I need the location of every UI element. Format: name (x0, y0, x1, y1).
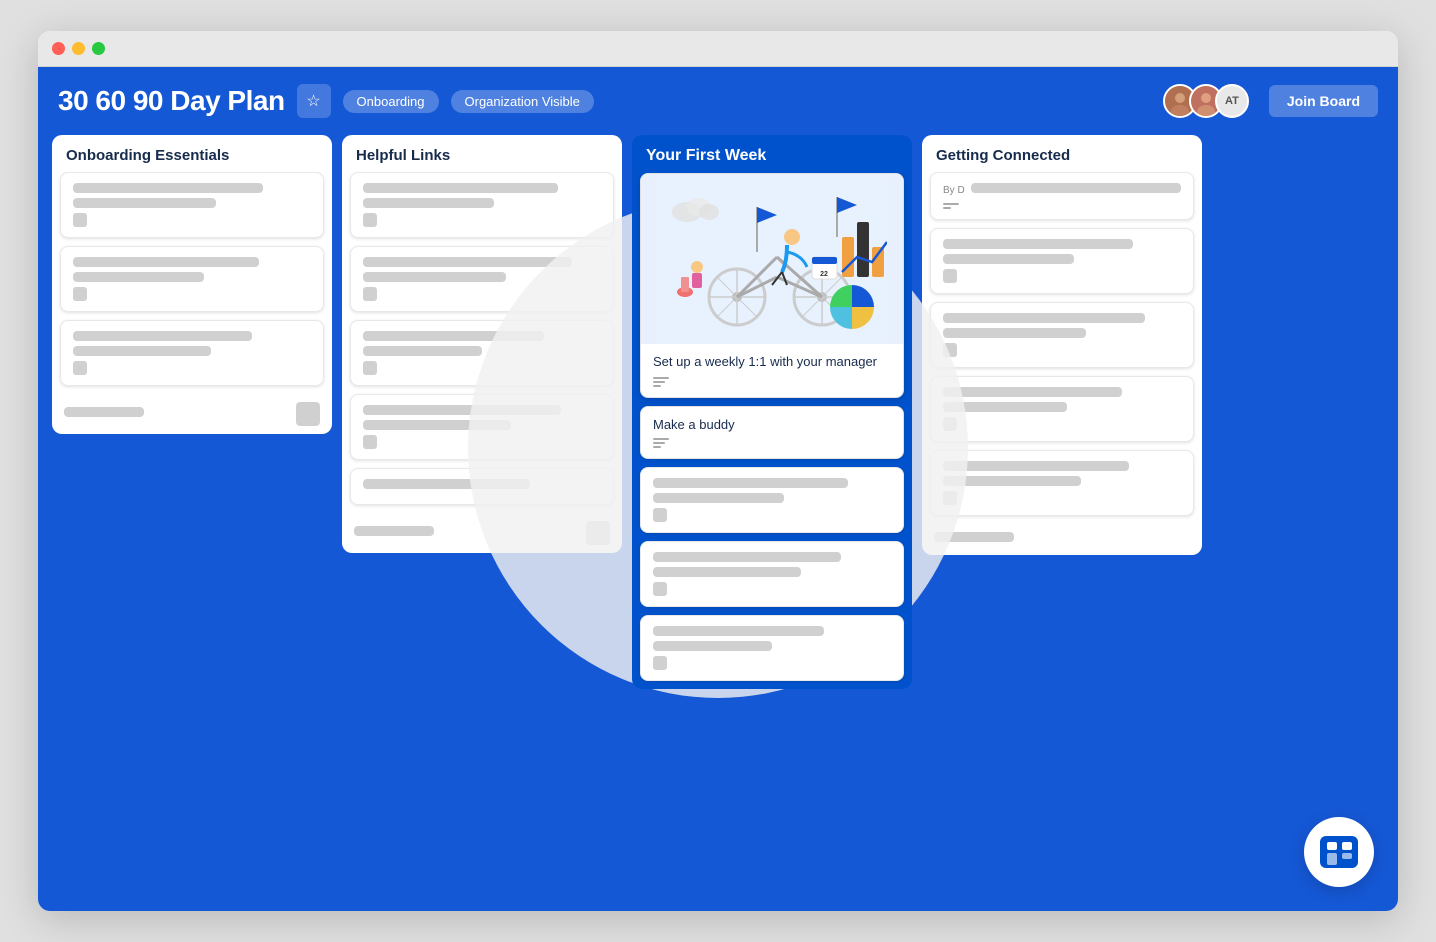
svg-text:22: 22 (820, 271, 828, 278)
card-icon (653, 582, 667, 596)
star-icon: ☆ (306, 91, 320, 111)
card-hl-1[interactable] (350, 172, 614, 238)
list-content-first-week: 22 Set up a weekly 1:1 with your manager (632, 173, 912, 689)
star-button[interactable]: ☆ (297, 84, 331, 118)
traffic-light-maximize[interactable] (92, 42, 105, 55)
card-description: Set up a weekly 1:1 with your manager (653, 354, 891, 369)
card-icon (363, 361, 377, 375)
trello-icon (1320, 836, 1358, 868)
list-header-connected: Getting Connected (922, 135, 1202, 172)
trello-col-right (1342, 842, 1352, 859)
card-gc-3[interactable] (930, 302, 1194, 368)
card-featured[interactable]: 22 Set up a weekly 1:1 with your manager (640, 173, 904, 398)
list-helpful-links: Helpful Links (342, 135, 622, 553)
card-icon (653, 508, 667, 522)
list-header-helpful: Helpful Links (342, 135, 622, 172)
card-fw-extra-1[interactable] (640, 467, 904, 533)
list-getting-connected: Getting Connected By D (922, 135, 1202, 555)
card-icon (943, 343, 957, 357)
trello-bar-tr (1342, 842, 1352, 850)
card-icon (943, 417, 957, 431)
card-hl-4[interactable] (350, 394, 614, 460)
card-icon (943, 491, 957, 505)
card-body: Set up a weekly 1:1 with your manager (641, 344, 903, 397)
card-oe-2[interactable] (60, 246, 324, 312)
card-fw-extra-2[interactable] (640, 541, 904, 607)
card-icon (73, 287, 87, 301)
trello-col-left (1327, 842, 1337, 865)
card-icon (363, 287, 377, 301)
list-content-onboarding (52, 172, 332, 434)
card-image: 22 (641, 174, 903, 344)
card-hl-5[interactable] (350, 468, 614, 505)
list-header-first-week: Your First Week (632, 135, 912, 173)
card-icon (363, 213, 377, 227)
traffic-light-minimize[interactable] (72, 42, 85, 55)
trello-bar-bl (1327, 853, 1337, 865)
tag-onboarding[interactable]: Onboarding (343, 90, 439, 113)
card-oe-3[interactable] (60, 320, 324, 386)
list-your-first-week: Your First Week (632, 135, 912, 689)
trello-bar-tl (1327, 842, 1337, 850)
board-header: 30 60 90 Day Plan ☆ Onboarding Organizat… (38, 67, 1398, 135)
board-title: 30 60 90 Day Plan (58, 85, 285, 117)
card-oe-1[interactable] (60, 172, 324, 238)
trello-badge[interactable] (1304, 817, 1374, 887)
lists-area: Onboarding Essentials (38, 135, 1398, 911)
board-container: 30 60 90 Day Plan ☆ Onboarding Organizat… (38, 67, 1398, 911)
card-gc-1[interactable]: By D (930, 172, 1194, 220)
card-make-buddy[interactable]: Make a buddy (640, 406, 904, 459)
traffic-light-close[interactable] (52, 42, 65, 55)
add-card-icon-oe[interactable] (296, 402, 320, 426)
add-card-row-gc (930, 528, 1194, 547)
add-card-row-hl (350, 517, 614, 545)
avatar-at[interactable]: AT (1215, 84, 1249, 118)
card-icon (73, 361, 87, 375)
card-icon (363, 435, 377, 449)
list-content-connected: By D (922, 172, 1202, 555)
avatar-group: AT (1163, 84, 1249, 118)
add-card-icon-hl[interactable] (586, 521, 610, 545)
card-gc-4[interactable] (930, 376, 1194, 442)
join-board-button[interactable]: Join Board (1269, 85, 1378, 117)
avatar-initials: AT (1225, 95, 1239, 107)
by-d-label: By D (943, 185, 965, 196)
list-content-helpful (342, 172, 622, 553)
trello-bar-br (1342, 853, 1352, 859)
card-icon (653, 656, 667, 670)
card-buddy-menu-icon[interactable] (653, 438, 669, 448)
list-onboarding-essentials: Onboarding Essentials (52, 135, 332, 434)
window-frame: 30 60 90 Day Plan ☆ Onboarding Organizat… (38, 31, 1398, 911)
card-gc-2[interactable] (930, 228, 1194, 294)
card-gc-5[interactable] (930, 450, 1194, 516)
card-hl-3[interactable] (350, 320, 614, 386)
card-menu-icon[interactable] (653, 377, 669, 387)
window-titlebar (38, 31, 1398, 67)
list-header-onboarding: Onboarding Essentials (52, 135, 332, 172)
card-gc1-menu-icon[interactable] (943, 203, 959, 209)
card-fw-extra-3[interactable] (640, 615, 904, 681)
card-icon (73, 213, 87, 227)
card-buddy-title: Make a buddy (653, 417, 891, 432)
add-card-row-oe (60, 398, 324, 426)
card-icon (943, 269, 957, 283)
tag-org-visible[interactable]: Organization Visible (451, 90, 594, 113)
card-hl-2[interactable] (350, 246, 614, 312)
